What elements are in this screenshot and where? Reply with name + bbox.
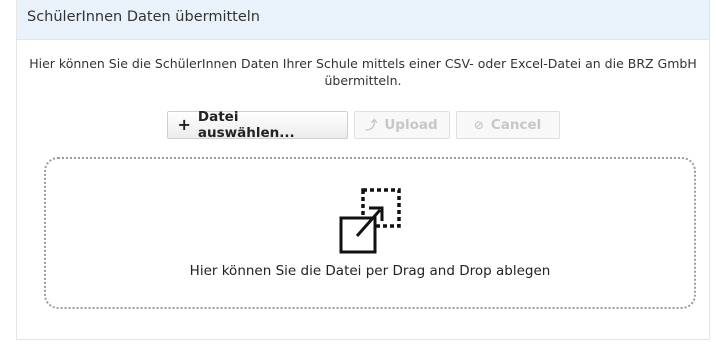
upload-toolbar: + Datei auswählen... ⤴ Upload ⊘ Cancel bbox=[17, 109, 709, 141]
upload-button[interactable]: ⤴ Upload bbox=[353, 111, 450, 139]
select-file-button[interactable]: + Datei auswählen... bbox=[166, 109, 348, 141]
panel-header: SchülerInnen Daten übermitteln bbox=[17, 0, 709, 40]
cancel-label: Cancel bbox=[490, 117, 542, 133]
upload-description: Hier können Sie die SchülerInnen Daten I… bbox=[29, 56, 697, 88]
upload-label: Upload bbox=[384, 117, 438, 133]
drag-drop-icon bbox=[339, 188, 401, 254]
panel-title: SchülerInnen Daten übermitteln bbox=[27, 9, 260, 25]
cancel-icon: ⊘ bbox=[473, 118, 484, 132]
plus-icon: + bbox=[177, 115, 191, 134]
drop-zone[interactable]: Hier können Sie die Datei per Drag and D… bbox=[44, 157, 696, 309]
upload-icon: ⤴ bbox=[365, 118, 378, 132]
drop-zone-text: Hier können Sie die Datei per Drag and D… bbox=[189, 263, 551, 279]
select-file-label: Datei auswählen... bbox=[197, 109, 295, 141]
upload-panel: SchülerInnen Daten übermitteln Hier könn… bbox=[16, 0, 710, 340]
cancel-button[interactable]: ⊘ Cancel bbox=[455, 111, 560, 139]
